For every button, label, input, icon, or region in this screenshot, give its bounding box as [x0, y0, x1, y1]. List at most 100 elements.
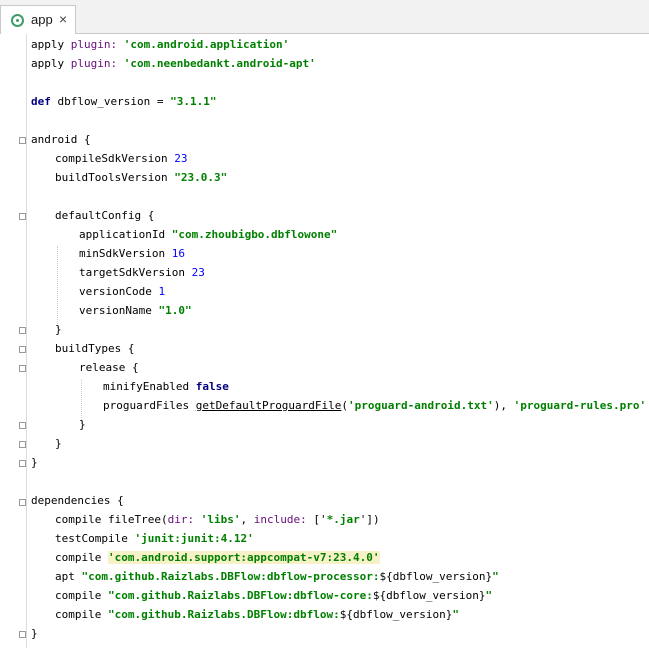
code-line: }	[55, 434, 62, 453]
code-token: plugin:	[70, 57, 124, 70]
code-token: dbflow_version =	[50, 95, 171, 108]
code-token: "com.github.Raizlabs.DBFlow:dbflow-proce…	[81, 570, 380, 583]
fold-marker[interactable]	[19, 460, 26, 467]
code-token: ${dbflow_version}	[379, 570, 493, 583]
code-token: apply	[31, 57, 71, 70]
code-token: "23.0.3"	[174, 171, 228, 184]
code-line: apply plugin: 'com.android.application'	[31, 35, 289, 54]
fold-marker[interactable]	[19, 327, 26, 334]
code-token: ,	[240, 513, 254, 526]
code-editor[interactable]: apply plugin: 'com.android.application' …	[0, 34, 649, 648]
code-token: "	[452, 608, 459, 621]
code-token: targetSdkVersion	[79, 266, 192, 279]
code-token: *.jar	[326, 513, 360, 526]
fold-marker[interactable]	[19, 441, 26, 448]
code-line: defaultConfig {	[55, 206, 154, 225]
code-token: "com.zhoubigbo.dbflowone"	[171, 228, 338, 241]
code-token: release {	[79, 361, 139, 374]
code-token: "1.0"	[158, 304, 192, 317]
code-token: }	[31, 456, 38, 469]
code-token: 'libs'	[200, 513, 241, 526]
code-line: apt "com.github.Raizlabs.DBFlow:dbflow-p…	[55, 567, 499, 586]
fold-marker[interactable]	[19, 365, 26, 372]
code-line: }	[31, 624, 38, 643]
code-line: compile "com.github.Raizlabs.DBFlow:dbfl…	[55, 586, 492, 605]
code-token: 'com.android.application'	[123, 38, 290, 51]
code-token: "	[485, 589, 493, 602]
code-token: dependencies {	[31, 494, 124, 507]
code-line: compileSdkVersion 23	[55, 149, 187, 168]
code-token: defaultConfig {	[55, 209, 155, 222]
code-token: }	[55, 323, 62, 336]
code-token: compile	[55, 608, 108, 621]
code-token: 'proguard-android.txt'	[348, 399, 494, 412]
code-line: buildToolsVersion "23.0.3"	[55, 168, 227, 187]
indent-guide	[57, 246, 58, 328]
code-token: testCompile	[55, 532, 135, 545]
code-line: release {	[79, 358, 139, 377]
code-line: def dbflow_version = "3.1.1"	[31, 92, 216, 111]
code-token: }	[79, 418, 86, 431]
fold-marker[interactable]	[19, 631, 26, 638]
code-token: plugin:	[70, 38, 124, 51]
code-token: 16	[171, 247, 185, 260]
code-token: apply	[31, 38, 71, 51]
code-line: targetSdkVersion 23	[79, 263, 205, 282]
gutter-divider	[26, 34, 27, 648]
code-line: apply plugin: 'com.neenbedankt.android-a…	[31, 54, 316, 73]
code-token: "3.1.1"	[170, 95, 217, 108]
code-line: compile fileTree(dir: 'libs', include: […	[55, 510, 380, 529]
code-token: minSdkVersion	[79, 247, 172, 260]
code-line: proguardFiles getDefaultProguardFile('pr…	[103, 396, 646, 415]
code-line: }	[31, 453, 38, 472]
fold-marker[interactable]	[19, 213, 26, 220]
code-token: android {	[31, 133, 91, 146]
code-line: android {	[31, 130, 91, 149]
code-token: }	[31, 627, 38, 640]
code-token: "	[492, 570, 499, 583]
code-token: buildToolsVersion	[55, 171, 175, 184]
fold-marker[interactable]	[19, 422, 26, 429]
fold-marker[interactable]	[19, 137, 26, 144]
fold-marker[interactable]	[19, 346, 26, 353]
code-line: buildTypes {	[55, 339, 134, 358]
code-token: }	[55, 437, 62, 450]
code-line: versionName "1.0"	[79, 301, 192, 320]
code-line: testCompile 'junit:junit:4.12'	[55, 529, 254, 548]
code-token: include:	[253, 513, 314, 526]
code-token-highlighted: 'com.android.support:appcompat-v7:23.4.0…	[107, 551, 380, 564]
code-token: '])	[359, 513, 380, 526]
tab-label: app	[31, 12, 53, 27]
fold-marker[interactable]	[19, 499, 26, 506]
code-token: ),	[493, 399, 514, 412]
tab-app[interactable]: app ×	[0, 5, 76, 34]
code-token: ${dbflow_version}	[372, 589, 486, 602]
code-token: 'proguard-rules.pro'	[513, 399, 647, 412]
close-tab-icon[interactable]: ×	[59, 11, 67, 27]
code-token: compile	[55, 589, 108, 602]
code-token: "com.github.Raizlabs.DBFlow:dbflow:	[107, 608, 340, 621]
code-line: compile "com.github.Raizlabs.DBFlow:dbfl…	[55, 605, 459, 624]
code-token: def	[31, 95, 51, 108]
code-token: apt	[55, 570, 82, 583]
code-token: 1	[158, 285, 166, 298]
code-token: compile	[55, 551, 108, 564]
code-token: minifyEnabled	[103, 380, 196, 393]
code-line: minSdkVersion 16	[79, 244, 185, 263]
code-line: minifyEnabled false	[103, 377, 229, 396]
code-line: dependencies {	[31, 491, 124, 510]
code-line: }	[55, 320, 62, 339]
code-token: 'com.neenbedankt.android-apt'	[123, 57, 316, 70]
code-token: "com.github.Raizlabs.DBFlow:dbflow-core:	[107, 589, 373, 602]
code-line: versionCode 1	[79, 282, 165, 301]
code-token: 'junit:junit:4.12'	[134, 532, 254, 545]
code-token: false	[195, 380, 229, 393]
code-token: 23	[191, 266, 205, 279]
editor-tab-bar: app ×	[0, 0, 649, 34]
code-token: 23	[174, 152, 188, 165]
code-token: versionCode	[79, 285, 159, 298]
code-token: ['	[313, 513, 327, 526]
code-token: versionName	[79, 304, 159, 317]
code-line: applicationId "com.zhoubigbo.dbflowone"	[79, 225, 337, 244]
code-token: compile fileTree(	[55, 513, 168, 526]
